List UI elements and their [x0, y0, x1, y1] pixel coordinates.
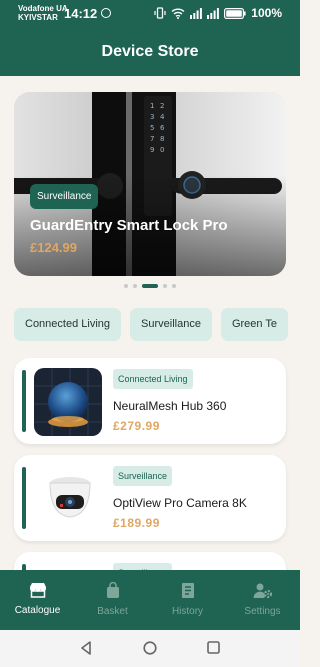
home-icon[interactable]	[143, 641, 157, 655]
page-title: Device Store	[101, 43, 199, 60]
carousel-dot[interactable]	[124, 284, 128, 288]
category-filter-list: Connected Living Surveillance Green Te	[14, 308, 300, 342]
carrier-line-2: KYIVSTAR	[18, 13, 58, 22]
status-icons: 100%	[154, 6, 282, 20]
hero-product-price: £124.99	[30, 240, 77, 255]
card-accent-bar	[22, 467, 26, 529]
category-chip-surveillance[interactable]: Surveillance	[130, 308, 212, 341]
nav-label: Catalogue	[14, 605, 61, 616]
product-price: £279.99	[113, 419, 160, 433]
carousel-dot[interactable]	[133, 284, 137, 288]
carousel-indicator	[0, 284, 300, 288]
back-icon[interactable]	[80, 641, 92, 655]
status-time: 14:12	[64, 6, 98, 21]
carousel-dot-active[interactable]	[142, 284, 158, 288]
recents-icon[interactable]	[207, 641, 220, 654]
nav-label: History	[171, 606, 204, 617]
nav-catalogue[interactable]: Catalogue	[0, 570, 75, 630]
bag-icon	[106, 582, 119, 598]
product-name: NeuralMesh Hub 360	[113, 399, 227, 413]
hero-product-name: GuardEntry Smart Lock Pro	[30, 217, 228, 234]
product-card[interactable]: Connected Living NeuralMesh Hub 360 £279…	[14, 358, 286, 444]
sync-icon	[101, 8, 111, 18]
carrier-line-1: Vodafone UA	[18, 4, 68, 13]
nav-settings[interactable]: Settings	[225, 570, 300, 630]
carousel-dot[interactable]	[172, 284, 176, 288]
wifi-icon	[171, 8, 185, 19]
security-camera-image	[34, 465, 102, 533]
product-name: OptiView Pro Camera 8K	[113, 496, 247, 510]
product-category-badge: Surveillance	[113, 466, 173, 486]
vibrate-icon	[154, 7, 166, 19]
carrier-name: Vodafone UA KYIVSTAR	[18, 4, 68, 22]
card-accent-bar	[22, 370, 26, 432]
battery-level: 100%	[251, 6, 282, 20]
product-price: £189.99	[113, 516, 160, 530]
receipt-icon	[181, 583, 194, 598]
product-card[interactable]: Surveillance OptiView Pro Camera 8K £189…	[14, 455, 286, 541]
smart-speaker-image	[34, 368, 102, 436]
nav-label: Basket	[97, 606, 128, 617]
category-chip-green-tech[interactable]: Green Te	[220, 308, 288, 341]
nav-basket[interactable]: Basket	[75, 570, 150, 630]
status-bar: Vodafone UA KYIVSTAR 14:12 100%	[0, 0, 300, 30]
category-chip-connected-living[interactable]: Connected Living	[14, 308, 122, 341]
system-navigation-bar	[0, 630, 300, 667]
featured-product-card[interactable]: 12 34 56 78 90 Surveillance GuardEntry S…	[14, 92, 286, 276]
product-category-badge: Connected Living	[113, 369, 193, 389]
nav-history[interactable]: History	[150, 570, 225, 630]
gear-person-icon	[253, 583, 272, 599]
battery-icon	[224, 7, 246, 19]
nav-label: Settings	[244, 606, 281, 617]
hero-category-badge: Surveillance	[30, 184, 99, 209]
app-bar: Device Store	[0, 30, 300, 76]
signal-icon-2	[207, 7, 220, 19]
store-icon	[29, 583, 46, 598]
bottom-navigation: Catalogue Basket History Settings	[0, 570, 300, 630]
signal-icon-1	[190, 7, 203, 19]
carousel-dot[interactable]	[163, 284, 167, 288]
